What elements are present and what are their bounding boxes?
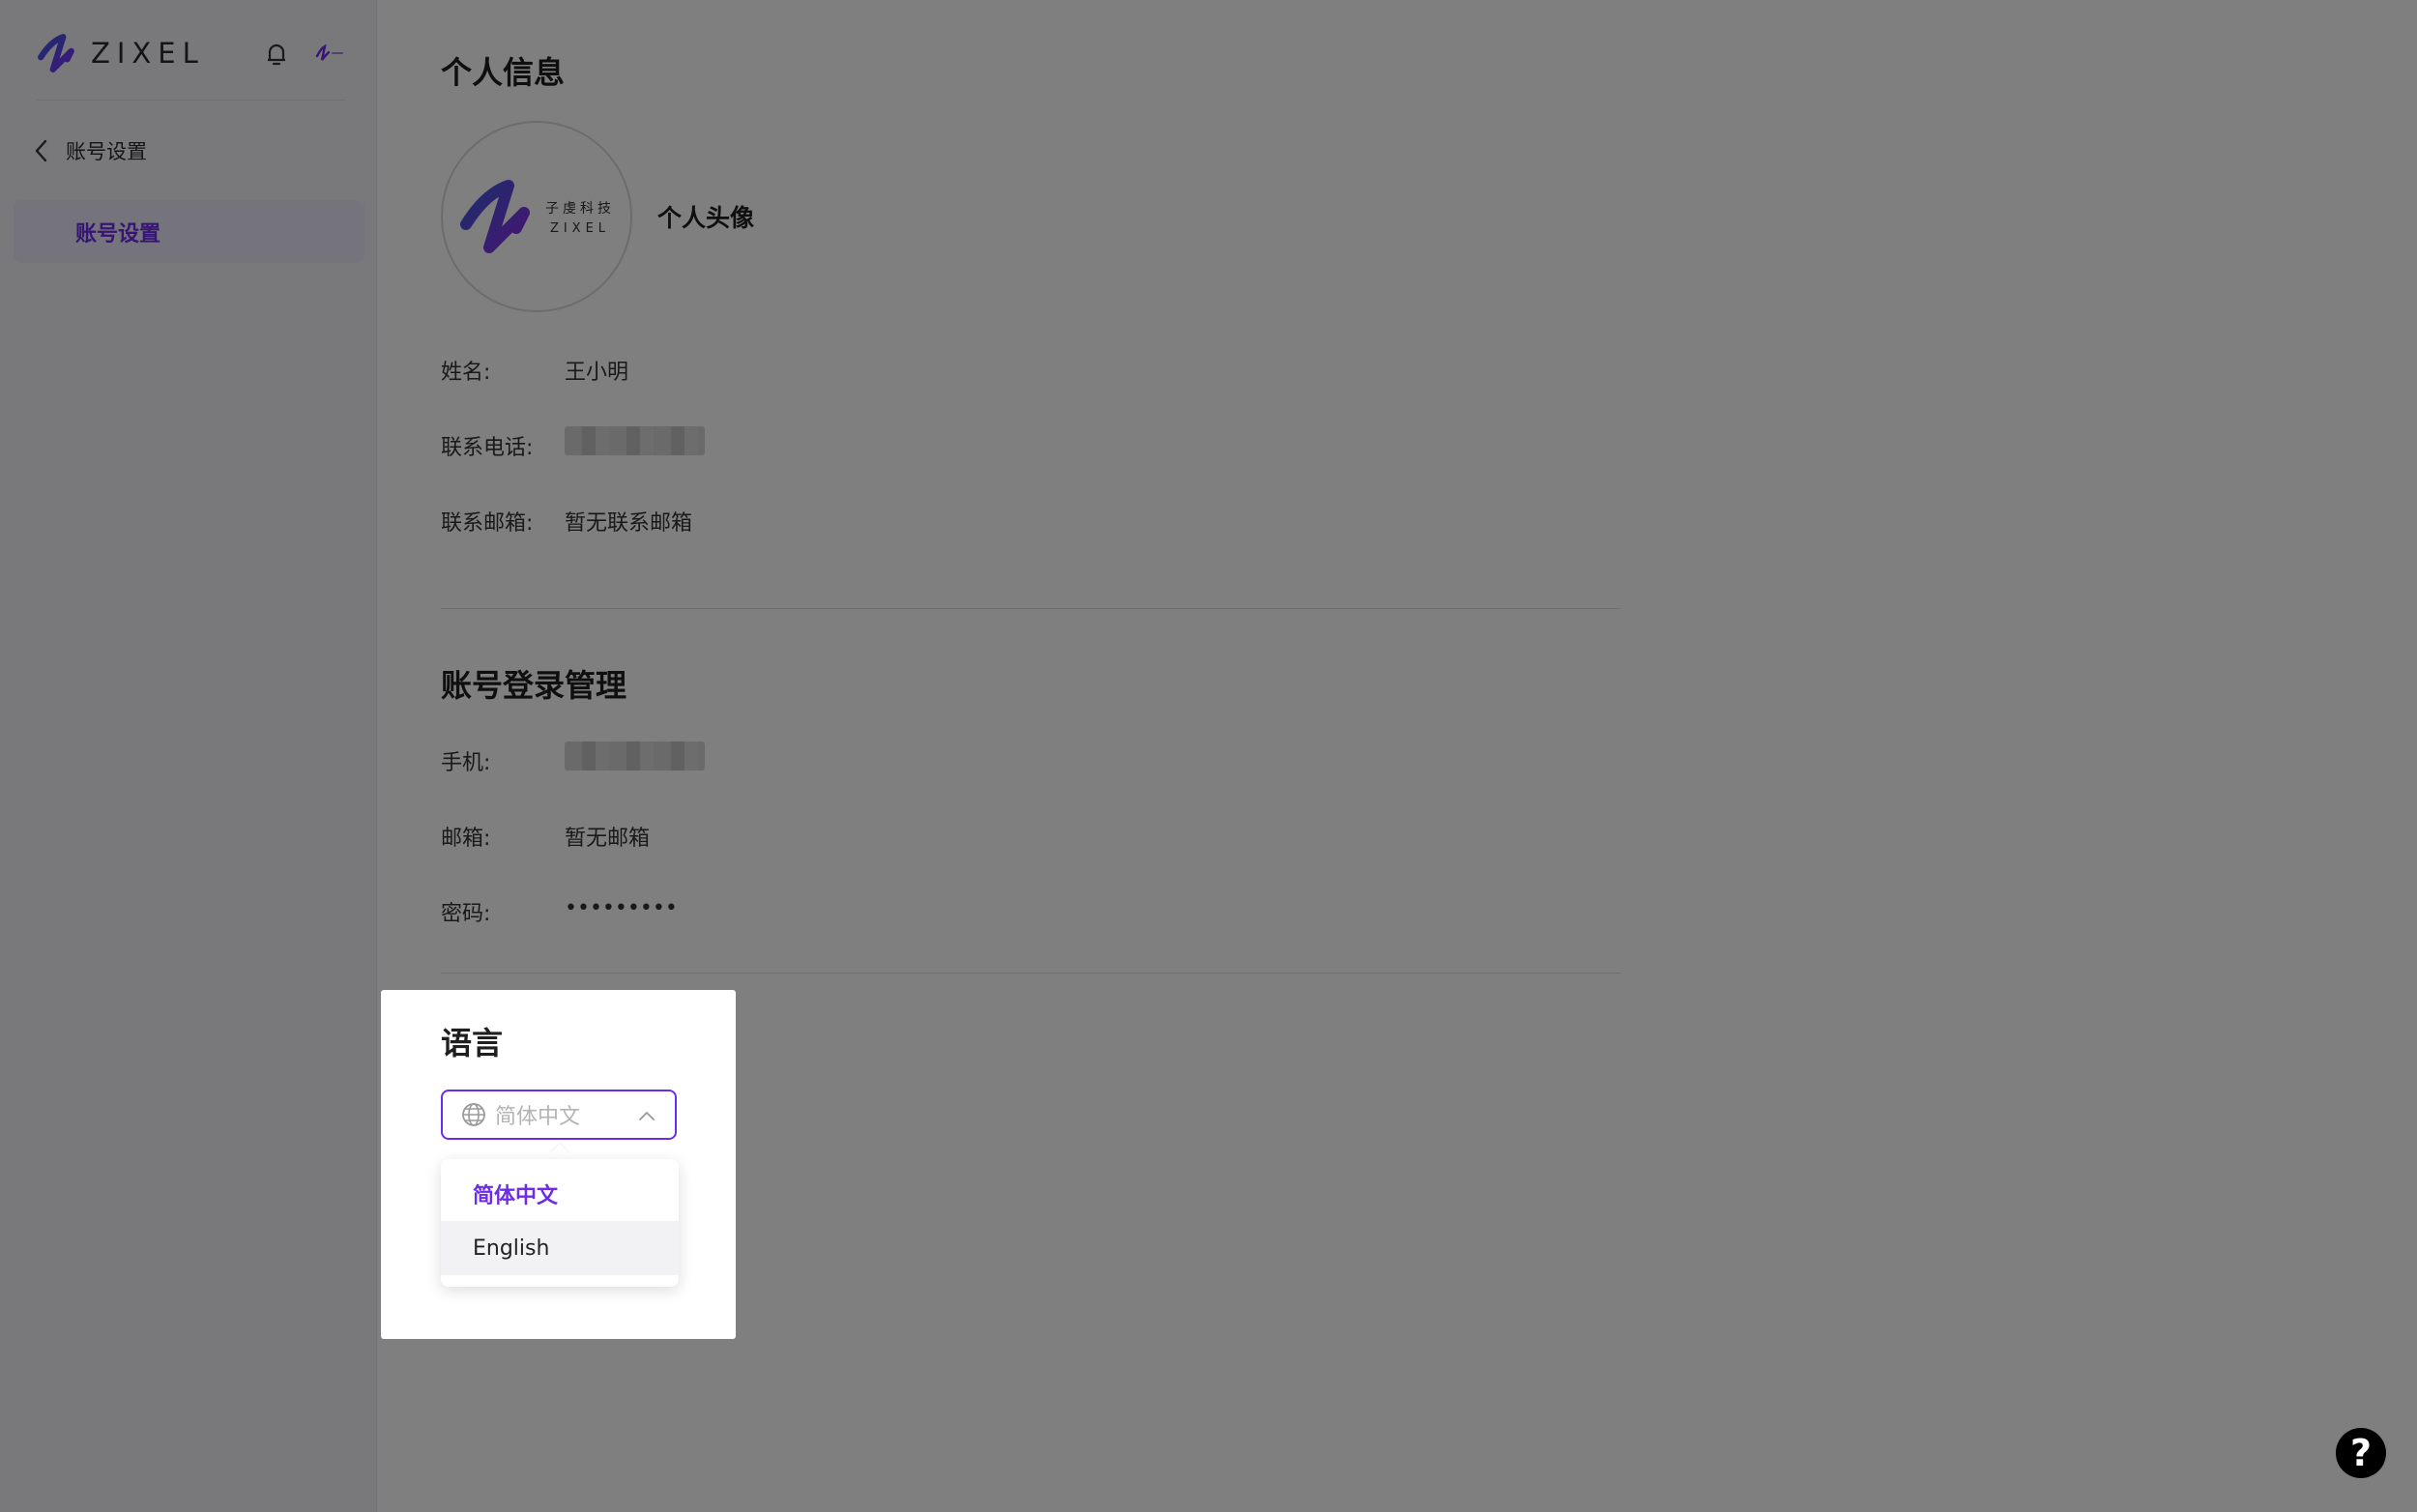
language-select-value: 简体中文 bbox=[495, 1105, 581, 1129]
language-section-title: 语言 bbox=[441, 1025, 504, 1061]
language-dropdown: 简体中文 English bbox=[441, 1159, 679, 1287]
language-select[interactable]: 简体中文 bbox=[441, 1090, 677, 1140]
modal-overlay[interactable] bbox=[0, 0, 2417, 1512]
help-button[interactable]: ? bbox=[2336, 1428, 2386, 1478]
language-option-zh[interactable]: 简体中文 bbox=[441, 1167, 679, 1221]
language-option-en[interactable]: English bbox=[441, 1221, 679, 1275]
language-card: 语言 简体中文 简体中文 English bbox=[381, 990, 736, 1339]
chevron-up-icon bbox=[639, 1112, 655, 1120]
globe-icon bbox=[462, 1103, 485, 1126]
app-root: ZIXEL 账号设置 账号设置 个人信息 bbox=[0, 0, 2417, 1512]
